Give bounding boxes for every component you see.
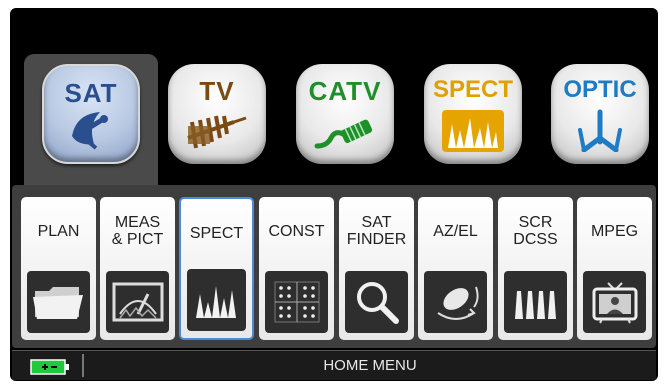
function-label-mpeg: MPEG: [590, 222, 639, 240]
mode-button-sat[interactable]: SAT: [42, 64, 140, 164]
dish-orientation-icon: [436, 286, 479, 320]
function-button-const[interactable]: CONST: [259, 197, 334, 340]
function-label-az-el: AZ/EL: [433, 222, 478, 240]
function-label-const: CONST: [268, 222, 325, 240]
constellation-icon: [274, 281, 319, 323]
meter-icon: [112, 282, 163, 322]
status-title: HOME MENU: [323, 357, 417, 374]
function-button-meas-pict[interactable]: MEAS & PICT: [100, 197, 175, 340]
function-label-plan: PLAN: [37, 222, 80, 240]
mode-label-catv: CATV: [308, 76, 382, 106]
function-label-sat-finder: SAT FINDER: [346, 214, 407, 248]
function-button-sat-finder[interactable]: SAT FINDER: [339, 197, 414, 340]
function-label-meas-pict: MEAS & PICT: [111, 214, 164, 248]
function-icon-az-el: [424, 271, 487, 333]
tv-screen-icon: [592, 282, 637, 324]
function-button-scr-dcss[interactable]: SCR DCSS: [498, 197, 573, 340]
mode-selector: SAT TV CATV SPECT OPTIC: [10, 8, 658, 194]
cable-connector-icon: [314, 119, 373, 149]
battery-charging-icon: [30, 359, 69, 375]
function-icon-spect: [187, 269, 246, 331]
function-button-az-el[interactable]: AZ/EL: [418, 197, 493, 340]
mode-label-optic: OPTIC: [563, 76, 637, 103]
function-panel: PLAN MEAS & PICT SPECT CONST SAT FINDER …: [12, 185, 656, 348]
instrument-screen: SAT TV CATV SPECT OPTIC PLAN MEAS & PICT…: [10, 8, 658, 381]
function-button-mpeg[interactable]: MPEG: [577, 197, 652, 340]
folder-icon: [32, 287, 83, 319]
spectrum-icon: [442, 110, 504, 152]
satellite-dish-icon: [72, 112, 108, 150]
function-label-scr-dcss: SCR DCSS: [513, 214, 558, 248]
function-icon-plan: [27, 271, 90, 333]
status-bar: HOME MENU: [12, 350, 656, 380]
function-icon-meas-pict: [106, 271, 169, 333]
mode-button-optic[interactable]: OPTIC: [551, 64, 649, 164]
mode-label-tv: TV: [199, 76, 235, 106]
scr-channels-icon: [514, 291, 556, 319]
magnifier-icon: [356, 282, 399, 324]
mode-button-tv[interactable]: TV: [168, 64, 266, 164]
spectrum-icon: [195, 286, 236, 318]
function-button-spect[interactable]: SPECT: [179, 197, 254, 340]
tv-antenna-icon: [187, 115, 247, 149]
mode-button-catv[interactable]: CATV: [296, 64, 394, 164]
function-button-plan[interactable]: PLAN: [21, 197, 96, 340]
mode-label-sat: SAT: [64, 78, 118, 108]
function-icon-scr-dcss: [504, 271, 567, 333]
function-icon-sat-finder: [345, 271, 408, 333]
optical-splitter-icon: [578, 109, 622, 152]
mode-button-spect[interactable]: SPECT: [424, 64, 522, 164]
mode-label-spect: SPECT: [432, 76, 513, 103]
function-label-spect: SPECT: [189, 224, 244, 242]
function-icon-const: [265, 271, 328, 333]
function-icon-mpeg: [583, 271, 646, 333]
